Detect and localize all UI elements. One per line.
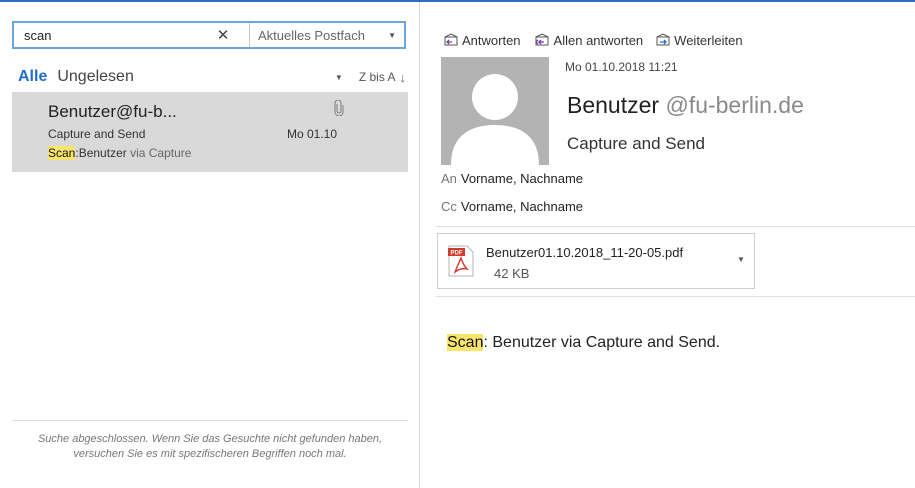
- attachment-size: 42 KB: [494, 266, 530, 281]
- reply-all-icon: [534, 33, 549, 46]
- search-scope-dropdown[interactable]: Aktuelles Postfach ▼: [249, 23, 404, 47]
- body-text: Benutzer via Capture and Send.: [487, 334, 721, 351]
- pdf-badge: PDF: [451, 251, 463, 257]
- avatar: [441, 57, 549, 165]
- divider: [436, 226, 915, 227]
- filter-all-tab[interactable]: Alle: [18, 68, 47, 86]
- person-silhouette-icon: [451, 74, 539, 165]
- message-sender[interactable]: Benutzer @fu-berlin.de: [567, 92, 804, 119]
- to-prefix: An: [441, 171, 457, 186]
- mail-date: Mo 01.10: [287, 127, 338, 141]
- chevron-down-icon[interactable]: ▼: [737, 255, 745, 264]
- arrow-down-icon[interactable]: ↓: [400, 70, 407, 85]
- sender-domain: @fu-berlin.de: [665, 92, 804, 118]
- preview-name: Benutzer: [78, 146, 127, 160]
- reply-icon: [444, 33, 458, 46]
- cc-recipients: Cc Vorname, Nachname: [441, 199, 583, 214]
- divider: [436, 296, 915, 297]
- chevron-down-icon: ▼: [388, 30, 396, 40]
- filter-bar: Alle Ungelesen ▼ Z bis A ↓: [18, 66, 406, 88]
- chevron-down-icon[interactable]: ▼: [335, 73, 343, 82]
- search-highlight: Scan: [48, 146, 76, 160]
- paperclip-icon: [334, 100, 344, 116]
- sort-order-button[interactable]: Z bis A: [359, 70, 396, 84]
- close-icon[interactable]: ✕: [197, 26, 249, 44]
- mail-sender: Benutzer@fu-b...: [48, 102, 177, 121]
- search-scope-label: Aktuelles Postfach: [258, 27, 365, 43]
- attachment-name: Benutzer01.10.2018_11-20-05.pdf: [486, 245, 684, 260]
- search-input[interactable]: [14, 23, 197, 47]
- reading-pane-toolbar: Antworten Allen antworten Weiterleiten: [443, 30, 755, 50]
- divider: [12, 420, 408, 421]
- list-item[interactable]: Benutzer@fu-b... Capture and Send Mo 01.…: [12, 92, 408, 172]
- reply-button[interactable]: Antworten: [443, 33, 521, 48]
- search-box: ✕ Aktuelles Postfach ▼: [12, 21, 406, 49]
- forward-icon: [656, 33, 670, 46]
- pdf-icon: PDF: [448, 245, 474, 277]
- mail-subject: Capture and Send: [48, 127, 146, 141]
- forward-button[interactable]: Weiterleiten: [655, 32, 743, 48]
- attachment-card[interactable]: PDF Benutzer01.10.2018_11-20-05.pdf 42 K…: [437, 233, 755, 289]
- reply-all-button[interactable]: Allen antworten: [533, 32, 644, 48]
- reply-all-label: Allen antworten: [553, 32, 644, 48]
- reply-label: Antworten: [462, 32, 521, 48]
- cc-prefix: Cc: [441, 199, 457, 214]
- to-recipient[interactable]: Vorname, Nachname: [461, 171, 583, 186]
- message-date: Mo 01.10.2018 11:21: [565, 60, 678, 74]
- cc-recipient[interactable]: Vorname, Nachname: [461, 199, 583, 214]
- sender-name: Benutzer: [567, 92, 660, 118]
- mail-preview: Scan:Benutzer via Capture: [48, 146, 191, 160]
- message-body: Scan: Benutzer via Capture and Send.: [447, 334, 720, 352]
- preview-rest: via Capture: [126, 146, 192, 160]
- to-recipients: An Vorname, Nachname: [441, 171, 583, 186]
- message-subject: Capture and Send: [567, 134, 705, 153]
- message-list-pane: ✕ Aktuelles Postfach ▼ Alle Ungelesen ▼ …: [0, 2, 420, 488]
- filter-unread-tab[interactable]: Ungelesen: [57, 68, 134, 86]
- search-highlight: Scan: [447, 334, 484, 351]
- search-status-message: Suche abgeschlossen. Wenn Sie das Gesuch…: [37, 433, 383, 460]
- forward-label: Weiterleiten: [674, 32, 743, 48]
